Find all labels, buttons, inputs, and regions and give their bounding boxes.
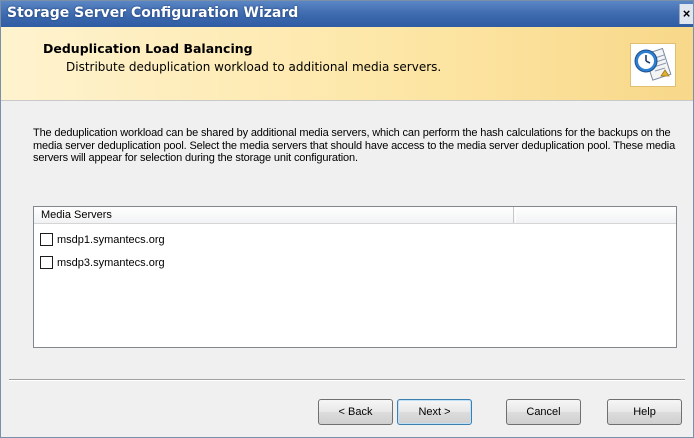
column-header-blank[interactable] (515, 207, 676, 223)
list-item-label: msdp3.symantecs.org (57, 257, 165, 269)
column-header-media-servers[interactable]: Media Servers (34, 207, 514, 223)
title-bar[interactable]: Storage Server Configuration Wizard × (1, 1, 693, 27)
close-button[interactable]: × (679, 4, 693, 24)
wizard-clock-document-icon (630, 43, 676, 87)
list-item-label: msdp1.symantecs.org (57, 234, 165, 246)
checkbox[interactable] (40, 233, 53, 246)
help-button[interactable]: Help (607, 399, 682, 425)
list-header: Media Servers (34, 207, 676, 224)
back-button[interactable]: < Back (318, 399, 393, 425)
checkbox[interactable] (40, 256, 53, 269)
next-button[interactable]: Next > (397, 399, 472, 425)
media-servers-list[interactable]: Media Servers msdp1.symantecs.org msdp3.… (33, 206, 677, 348)
page-title: Deduplication Load Balancing (43, 41, 253, 56)
page-subtitle: Distribute deduplication workload to add… (66, 60, 442, 74)
cancel-button[interactable]: Cancel (506, 399, 581, 425)
wizard-header: Deduplication Load Balancing Distribute … (1, 27, 693, 101)
button-separator (9, 379, 685, 381)
intro-text: The deduplication workload can be shared… (33, 127, 676, 164)
wizard-window: Storage Server Configuration Wizard × De… (0, 0, 694, 438)
window-title: Storage Server Configuration Wizard (7, 5, 299, 21)
